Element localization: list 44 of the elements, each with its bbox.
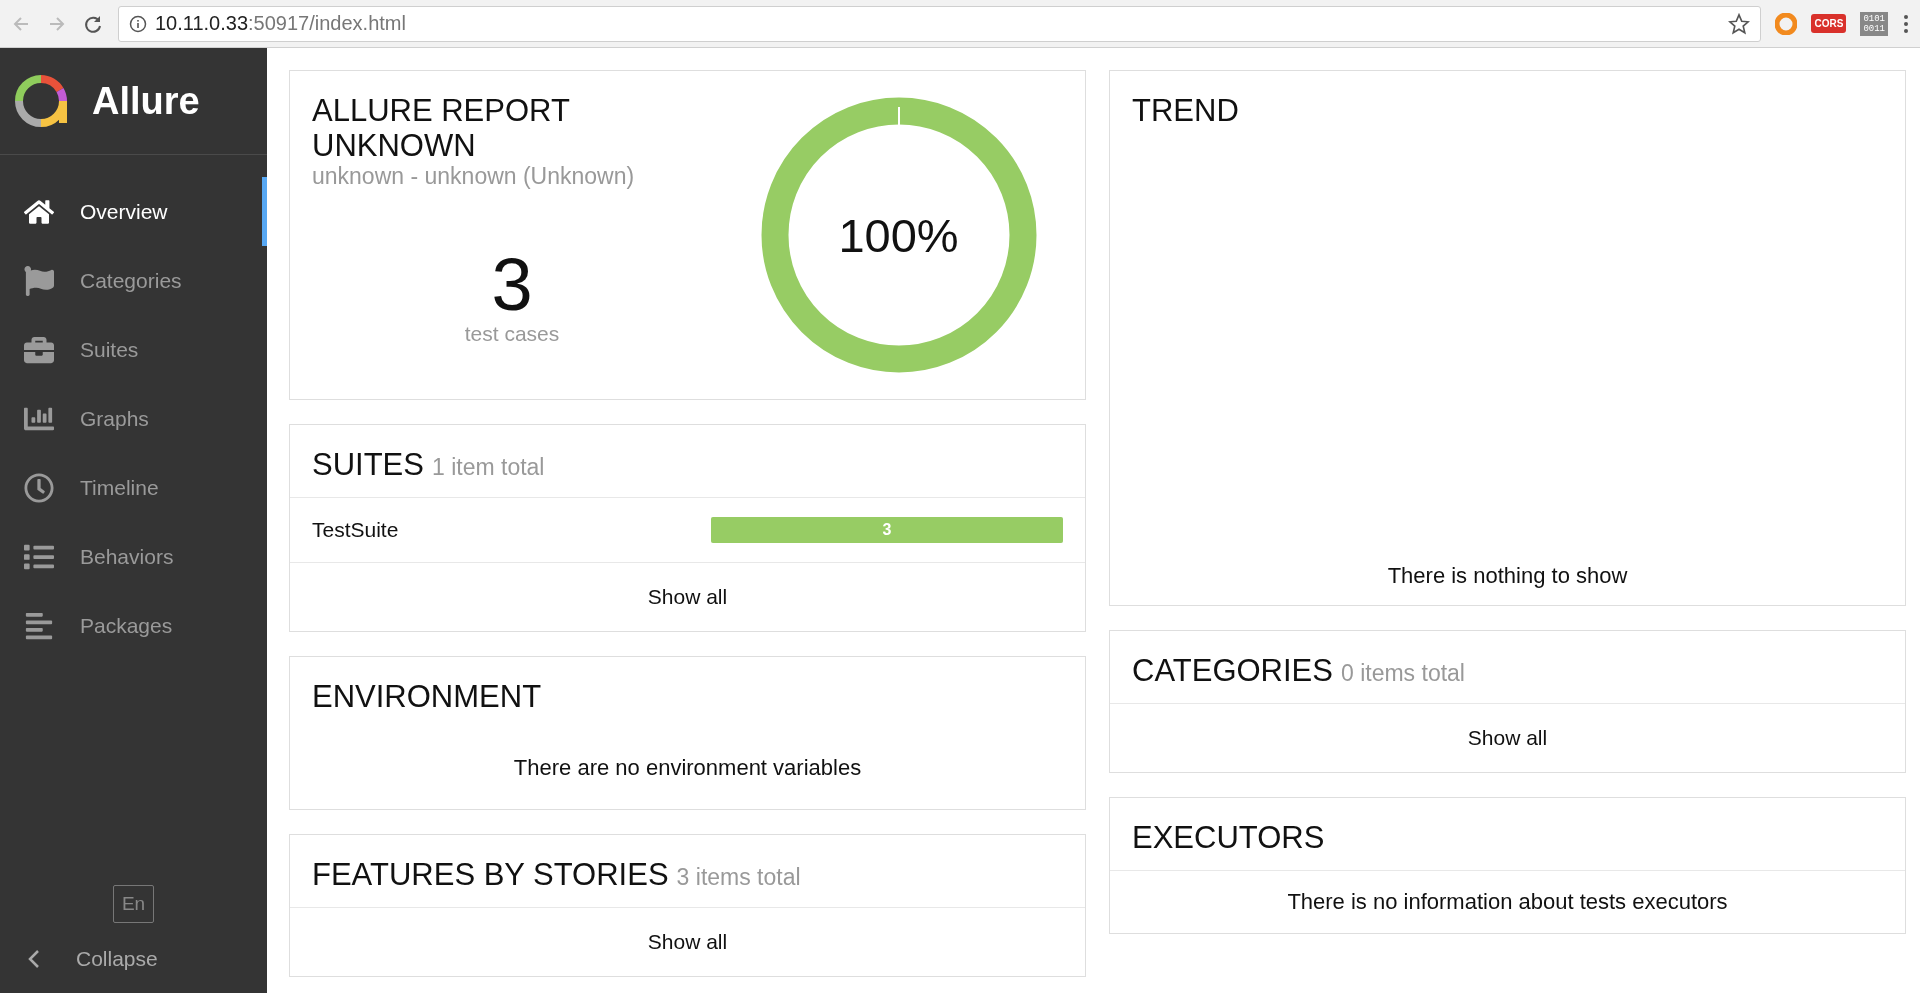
card-title: FEATURES BY STORIES bbox=[312, 857, 669, 892]
menu-icon[interactable] bbox=[1902, 12, 1910, 35]
test-count-label: test cases bbox=[463, 322, 561, 346]
card-title: EXECUTORS bbox=[1132, 820, 1325, 855]
empty-message: There are no environment variables bbox=[512, 754, 863, 782]
collapse-button[interactable]: Collapse bbox=[0, 937, 267, 981]
card-title: TREND bbox=[1132, 93, 1239, 128]
show-all-link[interactable]: Show all bbox=[290, 908, 1085, 976]
extension-badge[interactable]: CORS bbox=[1811, 14, 1847, 33]
suite-name: TestSuite bbox=[312, 518, 399, 542]
language-button[interactable]: En bbox=[112, 885, 155, 923]
item-total: 3 items total bbox=[676, 864, 801, 890]
empty-message: There is nothing to show bbox=[1386, 562, 1629, 590]
url-host: 10.11.0.33 bbox=[155, 12, 249, 34]
show-all-link[interactable]: Show all bbox=[290, 563, 1085, 631]
report-subtitle: unknown - unknown (Unknown) bbox=[312, 163, 636, 190]
nav-item[interactable]: Suites bbox=[0, 315, 267, 384]
report-title: ALLURE REPORT UNKNOWN bbox=[312, 93, 571, 163]
address-field[interactable]: 10.11.0.33:50917/index.html bbox=[118, 5, 1762, 42]
card-title: ENVIRONMENT bbox=[312, 679, 542, 714]
briefcase-icon bbox=[22, 334, 56, 365]
show-all-link[interactable]: Show all bbox=[1110, 704, 1905, 772]
card-title: SUITES bbox=[312, 447, 424, 482]
url-path: :50917/index.html bbox=[248, 12, 406, 34]
logo-icon bbox=[14, 74, 68, 128]
nav-item[interactable]: Behaviors bbox=[0, 522, 267, 591]
item-total: 0 items total bbox=[1340, 660, 1465, 686]
nav-item[interactable]: Timeline bbox=[0, 453, 267, 522]
chevron-left-icon bbox=[28, 949, 40, 969]
item-total: 1 item total bbox=[431, 454, 545, 480]
flag-icon bbox=[22, 265, 56, 296]
card-title: CATEGORIES bbox=[1132, 653, 1333, 688]
clock-icon bbox=[22, 472, 56, 503]
extension-badge[interactable]: 0101 0011 bbox=[1860, 11, 1888, 36]
nav-item[interactable]: Categories bbox=[0, 246, 267, 315]
pass-rate-text: 100% bbox=[838, 207, 959, 263]
test-count: 3 bbox=[490, 248, 534, 322]
logo-text: Allure bbox=[92, 79, 200, 123]
star-icon[interactable] bbox=[1728, 12, 1751, 35]
nav-item[interactable]: Graphs bbox=[0, 384, 267, 453]
nav-item[interactable]: Packages bbox=[0, 591, 267, 660]
info-icon bbox=[129, 14, 147, 33]
empty-message: There is no information about tests executors bbox=[1286, 888, 1729, 916]
suite-bar-fill: 3 bbox=[711, 517, 1063, 543]
